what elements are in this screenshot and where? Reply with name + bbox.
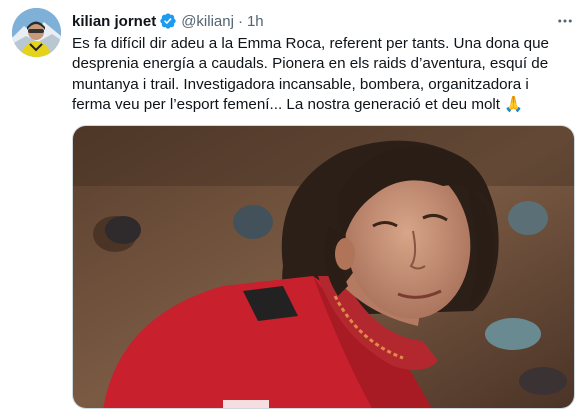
tweet: kilian jornet @kilianj · 1h Es fa difíci…	[0, 0, 584, 418]
tweet-text: Es fa difícil dir adeu a la Emma Roca, r…	[72, 35, 549, 114]
timestamp[interactable]: 1h	[247, 13, 264, 30]
more-options-icon	[558, 19, 572, 23]
more-options-button[interactable]	[553, 10, 577, 32]
separator-dot: ·	[237, 12, 243, 30]
tweet-photo[interactable]	[72, 125, 575, 409]
tweet-header: kilian jornet @kilianj · 1h	[72, 10, 264, 32]
verified-badge-icon	[159, 12, 177, 30]
avatar[interactable]	[12, 8, 61, 57]
avatar-image	[12, 8, 61, 57]
handle[interactable]: @kilianj	[181, 13, 234, 30]
display-name[interactable]: kilian jornet	[72, 13, 156, 30]
photo-image	[73, 126, 574, 408]
